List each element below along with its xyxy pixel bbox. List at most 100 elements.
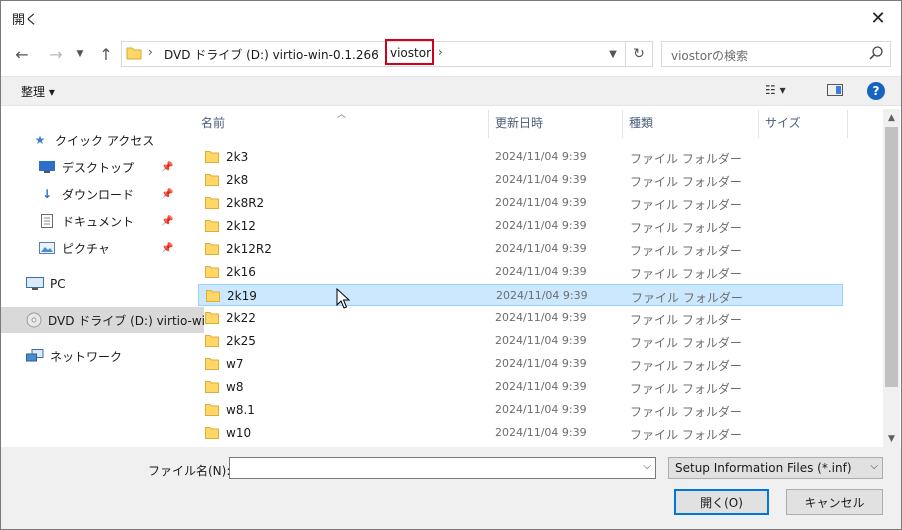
vertical-scrollbar[interactable]: ▲ ▼ [883,109,900,447]
desktop-icon [38,159,56,175]
search-box[interactable]: viostorの検索 [661,41,891,67]
file-date: 2024/11/04 9:39 [495,357,587,370]
file-type: ファイル フォルダー [630,152,742,166]
column-header-date[interactable]: 更新日時 [495,114,543,138]
file-row[interactable]: w10 2024/11/04 9:39 ファイル フォルダー [198,422,843,444]
file-row[interactable]: 2k16 2024/11/04 9:39 ファイル フォルダー [198,261,843,283]
file-date: 2024/11/04 9:39 [495,242,587,255]
file-row[interactable]: w8.1 2024/11/04 9:39 ファイル フォルダー [198,399,843,421]
column-header-type[interactable]: 種類 [629,114,653,138]
file-row[interactable]: 2k3 2024/11/04 9:39 ファイル フォルダー [198,146,843,168]
forward-arrow-icon[interactable]: → [43,41,69,67]
help-icon[interactable]: ? [867,82,885,100]
breadcrumb-dvd-drive[interactable]: DVD ドライブ (D:) virtio-win-0.1.266 [164,46,379,63]
file-row[interactable]: 2k25 2024/11/04 9:39 ファイル フォルダー [198,330,843,352]
file-type: ファイル フォルダー [630,382,742,396]
file-type: ファイル フォルダー [630,428,742,442]
address-bar[interactable]: › DVD ドライブ (D:) virtio-win-0.1.266 › vio… [121,39,653,67]
recent-locations-chevron-icon[interactable]: ▼ [71,41,89,67]
file-row[interactable]: 2k19 2024/11/04 9:39 ファイル フォルダー [198,284,843,306]
file-row[interactable]: w8 2024/11/04 9:39 ファイル フォルダー [198,376,843,398]
sidebar-item-quick-access[interactable]: ★ クイック アクセス [1,127,209,153]
column-divider[interactable] [847,110,848,138]
breadcrumb-separator-icon: › [148,45,153,59]
sidebar-item-label: PC [50,277,66,291]
sidebar-item-pc[interactable]: PC [1,271,204,297]
file-date: 2024/11/04 9:39 [495,311,587,324]
file-name: 2k12R2 [226,242,272,256]
file-type-value: Setup Information Files (*.inf) [675,461,852,475]
column-divider[interactable] [622,110,623,138]
file-date: 2024/11/04 9:39 [495,173,587,186]
file-row[interactable]: 2k8 2024/11/04 9:39 ファイル フォルダー [198,169,843,191]
file-row[interactable]: 2k22 2024/11/04 9:39 ファイル フォルダー [198,307,843,329]
file-name: 2k19 [227,289,257,303]
file-name: 2k3 [226,150,249,164]
view-options-button[interactable]: ☷ ▾ [765,83,786,97]
sidebar-item-network[interactable]: ネットワーク [1,343,204,369]
pin-icon: 📌 [161,161,174,173]
file-row[interactable]: 2k12R2 2024/11/04 9:39 ファイル フォルダー [198,238,843,260]
file-row[interactable]: 2k8R2 2024/11/04 9:39 ファイル フォルダー [198,192,843,214]
column-header-name[interactable]: 名前 [201,114,225,138]
breadcrumb-separator-icon[interactable]: › [374,45,379,59]
folder-icon [205,404,219,416]
dialog-footer: ファイル名(N): ⌵ Setup Information Files (*.i… [1,447,901,529]
folder-icon [205,312,219,324]
navigation-pane: ★ クイック アクセス デスクトップ 📌 ↓ ダウンロード 📌 ドキュメント 📌 [1,109,204,447]
back-arrow-icon[interactable]: ← [9,41,35,67]
file-name: 2k22 [226,311,256,325]
up-arrow-icon[interactable]: ↑ [93,41,119,67]
refresh-icon[interactable]: ↻ [625,42,652,66]
cancel-button[interactable]: キャンセル [786,489,883,515]
folder-icon [205,197,219,209]
close-button[interactable]: ✕ [855,1,901,35]
file-type: ファイル フォルダー [630,221,742,235]
mouse-cursor-icon [336,288,351,309]
file-name: w8.1 [226,403,255,417]
scroll-down-arrow-icon[interactable]: ▼ [883,430,900,447]
download-icon: ↓ [41,187,53,201]
scrollbar-thumb[interactable] [885,127,898,387]
dvd-drive-icon [26,312,42,328]
folder-icon [206,290,220,302]
sidebar-item-dvd-drive[interactable]: DVD ドライブ (D:) virtio-win-0.1.266 [1,307,204,333]
search-icon[interactable] [868,45,884,61]
file-type: ファイル フォルダー [630,313,742,327]
sidebar-item-label: ネットワーク [50,349,123,364]
file-type: ファイル フォルダー [630,359,742,373]
column-header-size[interactable]: サイズ [765,114,801,138]
search-placeholder: viostorの検索 [671,49,749,63]
organize-menu-button[interactable]: 整理 ▾ [21,83,55,100]
folder-icon [205,220,219,232]
file-type-chevron-icon: ⌵ [870,461,878,472]
filename-dropdown-chevron-icon[interactable]: ⌵ [643,461,651,472]
network-icon [26,348,44,364]
file-row[interactable]: 2k12 2024/11/04 9:39 ファイル フォルダー [198,215,843,237]
file-type: ファイル フォルダー [630,175,742,189]
column-divider[interactable] [758,110,759,138]
file-name: 2k8R2 [226,196,265,210]
pin-icon: 📌 [161,242,174,254]
star-icon: ★ [34,133,46,147]
command-bar: 整理 ▾ ☷ ▾ ? [1,76,901,106]
folder-icon [205,174,219,186]
scroll-up-arrow-icon[interactable]: ▲ [883,109,900,126]
pin-icon: 📌 [161,215,174,227]
file-type: ファイル フォルダー [630,405,742,419]
open-button[interactable]: 開く(O) [674,489,769,515]
breadcrumb-separator-icon[interactable]: › [438,45,443,59]
title-bar: 開く ✕ [1,1,901,35]
highlight-box [385,39,434,65]
address-dropdown-chevron-icon[interactable]: ▼ [604,44,622,64]
file-name: 2k16 [226,265,256,279]
preview-pane-icon[interactable] [827,84,843,96]
sidebar-item-label: デスクトップ [62,160,135,175]
filename-input[interactable]: ⌵ [229,457,656,479]
column-divider[interactable] [488,110,489,138]
file-date: 2024/11/04 9:39 [495,380,587,393]
file-type-select[interactable]: Setup Information Files (*.inf) ⌵ [668,457,883,479]
file-row[interactable]: w7 2024/11/04 9:39 ファイル フォルダー [198,353,843,375]
pin-icon: 📌 [161,188,174,200]
sidebar-item-label: ドキュメント [62,214,135,229]
